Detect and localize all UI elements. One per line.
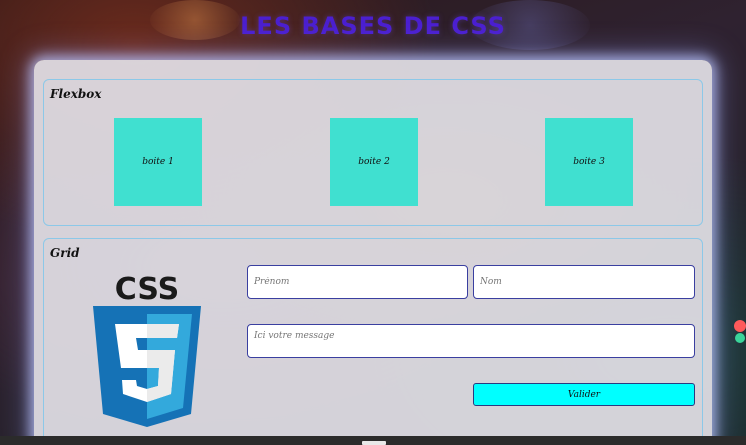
- flex-box-1: boite 1: [114, 118, 202, 206]
- page-title: LES BASES DE CSS: [240, 12, 506, 40]
- flexbox-section-title: Flexbox: [50, 87, 102, 101]
- flex-box-2: boite 2: [330, 118, 418, 206]
- nom-input[interactable]: [473, 265, 695, 299]
- css3-logo-icon: CSS 3: [93, 272, 201, 427]
- grid-section: Grid CSS 3 Valider: [43, 238, 703, 445]
- grid-section-title: Grid: [50, 246, 80, 260]
- flexbox-section: Flexbox boite 1 boite 2 boite 3: [43, 79, 703, 226]
- css3-logo-text: CSS: [115, 272, 179, 307]
- flex-box-label: boite 1: [142, 157, 174, 167]
- bottom-bar: [0, 436, 746, 445]
- prenom-input[interactable]: [247, 265, 468, 299]
- message-textarea[interactable]: [247, 324, 695, 358]
- main-card: Flexbox boite 1 boite 2 boite 3 Grid CSS…: [34, 60, 712, 445]
- flex-box-label: boite 3: [573, 157, 605, 167]
- flex-box-label: boite 2: [358, 157, 390, 167]
- traffic-light-decoration: [734, 320, 746, 343]
- valider-button[interactable]: Valider: [473, 383, 695, 406]
- flex-box-3: boite 3: [545, 118, 633, 206]
- scroll-handle[interactable]: [362, 441, 386, 445]
